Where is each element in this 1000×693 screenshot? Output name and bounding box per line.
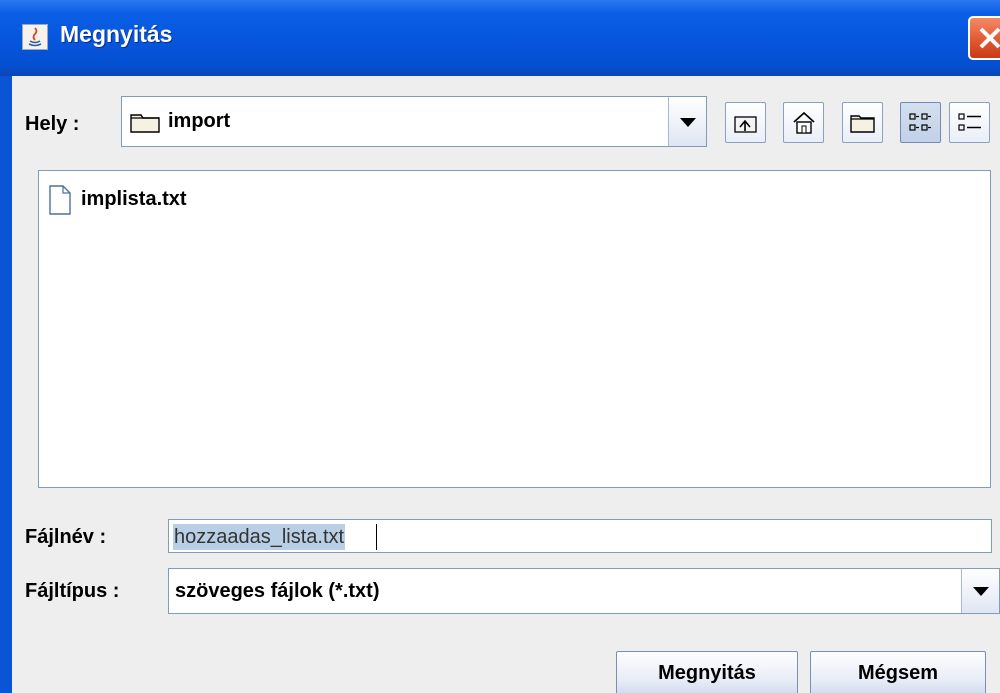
filename-input[interactable]: hozzaadas_lista.txt — [168, 519, 992, 553]
list-view-button[interactable] — [900, 102, 941, 143]
close-icon — [979, 27, 1000, 49]
details-view-button[interactable] — [949, 102, 990, 143]
close-button[interactable] — [968, 16, 1000, 60]
open-dialog: Megnyitás Hely : import implista.txt Fáj… — [0, 0, 1000, 693]
folder-icon — [130, 114, 160, 133]
file-list[interactable]: implista.txt — [38, 170, 991, 488]
filename-label: Fájlnév : — [25, 526, 107, 548]
chevron-down-icon[interactable] — [668, 97, 706, 146]
chevron-down-icon[interactable] — [961, 569, 999, 613]
window-title: Megnyitás — [60, 21, 173, 47]
new-folder-icon — [850, 115, 875, 133]
location-value: import — [168, 110, 231, 132]
location-combo[interactable]: import — [121, 96, 707, 147]
file-name: implista.txt — [81, 188, 187, 210]
details-view-icon — [958, 113, 981, 131]
file-icon — [49, 185, 71, 215]
location-label: Hely : — [25, 113, 80, 135]
filetype-label: Fájltípus : — [25, 580, 120, 602]
filename-value: hozzaadas_lista.txt — [173, 524, 346, 550]
open-button[interactable]: Megnyitás — [616, 651, 798, 693]
up-one-level-button[interactable] — [725, 102, 766, 143]
filetype-combo[interactable]: szöveges fájlok (*.txt) — [168, 568, 1000, 614]
dialog-content: Hely : import implista.txt Fájlnév: hoz… — [12, 76, 1000, 693]
up-one-level-icon — [734, 116, 757, 133]
cancel-button[interactable]: Mégsem — [810, 651, 986, 693]
text-caret — [376, 524, 377, 550]
new-folder-button[interactable] — [842, 102, 883, 143]
list-view-icon — [909, 113, 931, 131]
filetype-value: szöveges fájlok (*.txt) — [175, 580, 380, 602]
java-icon — [22, 24, 48, 50]
home-button[interactable] — [783, 102, 824, 143]
title-bar[interactable]: Megnyitás — [0, 0, 1000, 76]
home-icon — [793, 111, 815, 134]
